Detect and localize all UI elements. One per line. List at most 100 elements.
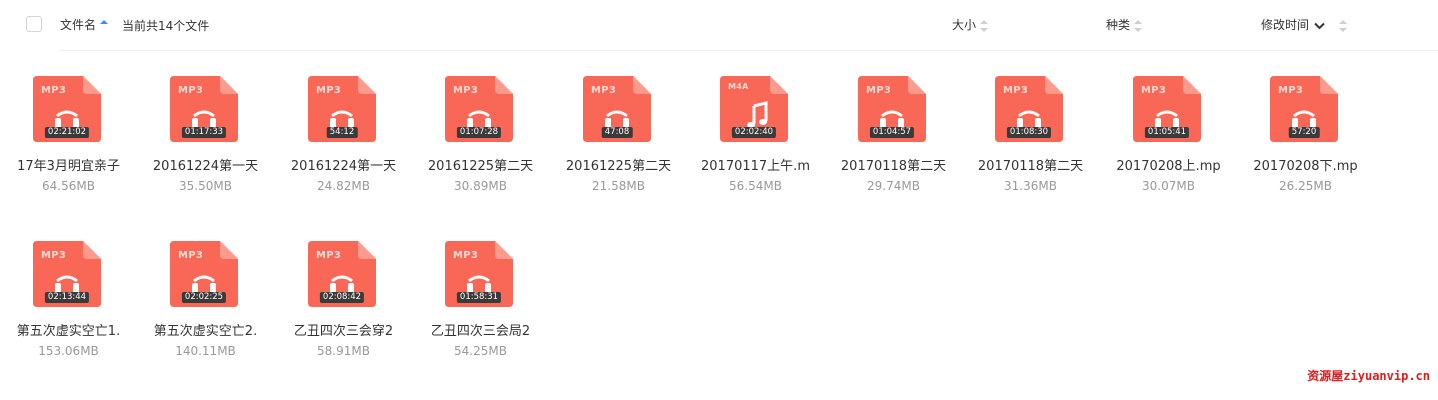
file-list-header: 文件名 当前共14个文件 大小 种类 修改时间: [0, 0, 1438, 51]
file-name[interactable]: 20161224第一天: [275, 155, 412, 174]
file-size: 58.91MB: [317, 344, 370, 358]
file-size: 153.06MB: [38, 344, 99, 358]
file-item[interactable]: MP3 02:21:02 17年3月明宜亲子 64.56MB: [0, 76, 137, 226]
audio-file-icon: MP3 01:58:31: [445, 241, 513, 307]
file-name[interactable]: 乙丑四次三会穿2: [275, 320, 412, 339]
file-type-label: MP3: [316, 250, 342, 261]
sort-by-size-button[interactable]: 大小: [952, 17, 989, 33]
sort-icon: [1339, 19, 1348, 32]
file-name[interactable]: 20161225第二天: [550, 155, 687, 174]
file-size: 64.56MB: [42, 179, 95, 193]
audio-file-icon: MP3 01:08:30: [995, 76, 1063, 142]
file-size: 21.58MB: [592, 179, 645, 193]
file-type-label: MP3: [1278, 85, 1304, 96]
sort-by-mtime-button[interactable]: 修改时间: [1261, 17, 1348, 33]
duration-badge: 01:58:31: [456, 292, 502, 303]
audio-file-icon: MP3 02:08:42: [308, 241, 376, 307]
file-type-label: MP3: [1003, 85, 1029, 96]
file-item[interactable]: MP3 01:05:41 20170208上.mp 30.07MB: [1100, 76, 1237, 226]
sort-icon: [980, 19, 989, 32]
file-name[interactable]: 20170118第二天: [825, 155, 962, 174]
file-item[interactable]: MP3 02:08:42 乙丑四次三会穿2 58.91MB: [275, 241, 412, 391]
duration-badge: 54:12: [326, 127, 358, 138]
duration-badge: 02:13:44: [44, 292, 90, 303]
file-size: 29.74MB: [867, 179, 920, 193]
file-item[interactable]: MP3 47:08 20161225第二天 21.58MB: [550, 76, 687, 226]
file-item[interactable]: MP3 54:12 20161224第一天 24.82MB: [275, 76, 412, 226]
file-size: 31.36MB: [1004, 179, 1057, 193]
sort-icon: [1134, 19, 1143, 32]
file-item[interactable]: MP3 01:07:28 20161225第二天 30.89MB: [412, 76, 549, 226]
file-item[interactable]: MP3 57:20 20170208下.mp 26.25MB: [1237, 76, 1374, 226]
file-type-label: MP3: [866, 85, 892, 96]
file-item[interactable]: MP3 02:02:25 第五次虚实空亡2. 140.11MB: [137, 241, 274, 391]
name-column-label: 文件名: [60, 18, 97, 32]
file-type-label: MP3: [41, 85, 67, 96]
file-type-label: MP3: [591, 85, 617, 96]
file-type-label: MP3: [178, 250, 204, 261]
audio-file-icon: MP3 54:12: [308, 76, 376, 142]
file-size: 35.50MB: [179, 179, 232, 193]
file-name[interactable]: 第五次虚实空亡2.: [137, 320, 274, 339]
duration-badge: 02:02:25: [181, 292, 227, 303]
file-size: 56.54MB: [729, 179, 782, 193]
audio-file-icon: MP3 01:07:28: [445, 76, 513, 142]
file-count: 当前共14个文件: [122, 19, 210, 33]
duration-badge: 02:08:42: [319, 292, 365, 303]
audio-file-icon: MP3 01:04:57: [858, 76, 926, 142]
file-type-label: MP3: [1141, 85, 1167, 96]
file-name[interactable]: 第五次虚实空亡1.: [0, 320, 137, 339]
audio-file-icon: MP3 02:02:25: [170, 241, 238, 307]
mtime-column-label: 修改时间: [1261, 18, 1310, 32]
sort-by-type-button[interactable]: 种类: [1106, 17, 1143, 33]
file-type-label: MP3: [316, 85, 342, 96]
duration-badge: 01:04:57: [869, 127, 915, 138]
duration-badge: 01:07:28: [456, 127, 502, 138]
duration-badge: 57:20: [1288, 127, 1320, 138]
file-name[interactable]: 20170118第二天: [962, 155, 1099, 174]
audio-file-icon: MP3 01:05:41: [1133, 76, 1201, 142]
file-name[interactable]: 17年3月明宜亲子: [0, 155, 137, 174]
duration-badge: 02:21:02: [44, 127, 90, 138]
file-size: 30.89MB: [454, 179, 507, 193]
chevron-down-icon: [1314, 22, 1325, 29]
file-type-label: MP3: [178, 85, 204, 96]
file-item[interactable]: MP3 01:17:33 20161224第一天 35.50MB: [137, 76, 274, 226]
file-size: 54.25MB: [454, 344, 507, 358]
audio-file-icon: MP3 47:08: [583, 76, 651, 142]
file-name[interactable]: 20170208上.mp: [1100, 155, 1237, 174]
file-name[interactable]: 乙丑四次三会局2: [412, 320, 549, 339]
duration-badge: 47:08: [601, 127, 633, 138]
file-type-label: MP3: [41, 250, 67, 261]
file-size: 26.25MB: [1279, 179, 1332, 193]
duration-badge: 01:08:30: [1006, 127, 1052, 138]
file-size: 140.11MB: [175, 344, 236, 358]
file-item[interactable]: MP3 01:04:57 20170118第二天 29.74MB: [825, 76, 962, 226]
audio-file-icon: MP3 02:21:02: [33, 76, 101, 142]
audio-file-icon: MP3 01:17:33: [170, 76, 238, 142]
sort-ascending-icon: [100, 19, 109, 32]
audio-file-icon: MP3 57:20: [1270, 76, 1338, 142]
file-name[interactable]: 20161224第一天: [137, 155, 274, 174]
audio-file-icon: MP3 02:13:44: [33, 241, 101, 307]
watermark: 资源屋ziyuanvip.cn: [1307, 369, 1430, 383]
select-all-checkbox[interactable]: [26, 16, 42, 32]
file-name[interactable]: 20170117上午.m: [687, 155, 824, 174]
duration-badge: 02:02:40: [731, 127, 777, 138]
audio-file-icon: M4A 02:02:40: [720, 76, 788, 142]
sort-by-name-button[interactable]: 文件名: [60, 17, 109, 33]
duration-badge: 01:17:33: [181, 127, 227, 138]
file-name[interactable]: 20161225第二天: [412, 155, 549, 174]
header-divider: [60, 50, 1438, 51]
file-name[interactable]: 20170208下.mp: [1237, 155, 1374, 174]
file-item[interactable]: M4A 02:02:40 20170117上午.m 56.54MB: [687, 76, 824, 226]
file-type-label: M4A: [728, 82, 749, 91]
file-type-label: MP3: [453, 85, 479, 96]
file-item[interactable]: MP3 01:58:31 乙丑四次三会局2 54.25MB: [412, 241, 549, 391]
file-item[interactable]: MP3 01:08:30 20170118第二天 31.36MB: [962, 76, 1099, 226]
size-column-label: 大小: [952, 18, 977, 32]
type-column-label: 种类: [1106, 18, 1131, 32]
file-type-label: MP3: [453, 250, 479, 261]
duration-badge: 01:05:41: [1144, 127, 1190, 138]
file-item[interactable]: MP3 02:13:44 第五次虚实空亡1. 153.06MB: [0, 241, 137, 391]
